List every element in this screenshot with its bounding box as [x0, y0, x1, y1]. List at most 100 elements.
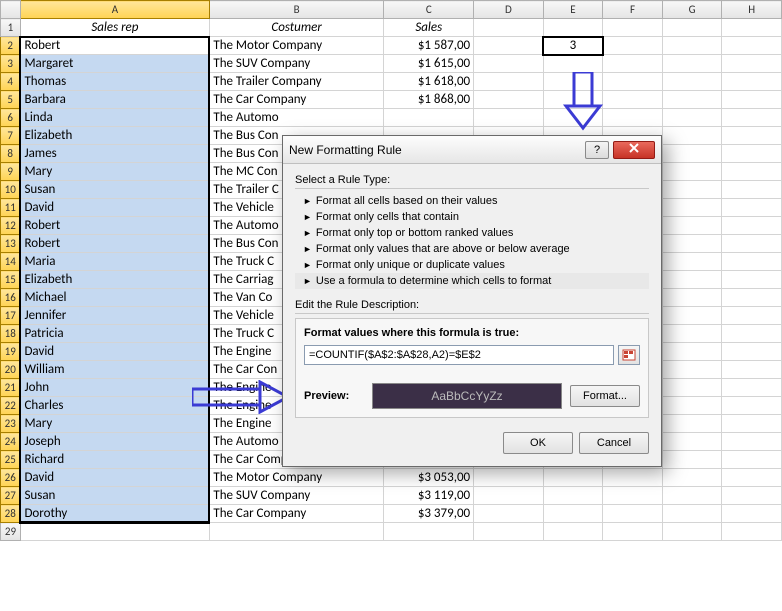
cell-A13[interactable]: Robert — [20, 235, 209, 253]
cell-H20[interactable] — [722, 361, 782, 379]
cell-D5[interactable] — [474, 91, 543, 109]
cell-H29[interactable] — [722, 523, 782, 541]
row-header-8[interactable]: 8 — [1, 145, 21, 163]
cell-A21[interactable]: John — [20, 379, 209, 397]
cell-G7[interactable] — [662, 127, 722, 145]
cell-A10[interactable]: Susan — [20, 181, 209, 199]
rule-type-option[interactable]: ►Format only unique or duplicate values — [295, 257, 649, 273]
row-header-21[interactable]: 21 — [1, 379, 21, 397]
cell-G27[interactable] — [662, 487, 722, 505]
cell-B27[interactable]: The SUV Company — [209, 487, 384, 505]
rule-type-list[interactable]: ►Format all cells based on their values ►… — [295, 193, 649, 289]
cell-A9[interactable]: Mary — [20, 163, 209, 181]
cell-C3[interactable]: $1 615,00 — [384, 55, 474, 73]
cell-A11[interactable]: David — [20, 199, 209, 217]
cell-G2[interactable] — [662, 37, 722, 55]
cell-H6[interactable] — [722, 109, 782, 127]
cell-H1[interactable] — [722, 19, 782, 37]
rule-type-option[interactable]: ►Format only values that are above or be… — [295, 241, 649, 257]
rule-type-option[interactable]: ►Format all cells based on their values — [295, 193, 649, 209]
cell-H18[interactable] — [722, 325, 782, 343]
cell-A23[interactable]: Mary — [20, 415, 209, 433]
cell-E2[interactable]: 3 — [543, 37, 603, 55]
cell-F27[interactable] — [603, 487, 663, 505]
cell-F29[interactable] — [603, 523, 663, 541]
cell-G20[interactable] — [662, 361, 722, 379]
row-header-10[interactable]: 10 — [1, 181, 21, 199]
cell-H14[interactable] — [722, 253, 782, 271]
cell-G21[interactable] — [662, 379, 722, 397]
column-header-B[interactable]: B — [209, 1, 384, 19]
row-header-9[interactable]: 9 — [1, 163, 21, 181]
cell-C28[interactable]: $3 379,00 — [384, 505, 474, 523]
cell-G5[interactable] — [662, 91, 722, 109]
cell-H27[interactable] — [722, 487, 782, 505]
rule-type-option[interactable]: ►Use a formula to determine which cells … — [295, 273, 649, 289]
row-header-29[interactable]: 29 — [1, 523, 21, 541]
cell-G12[interactable] — [662, 217, 722, 235]
cell-D2[interactable] — [474, 37, 543, 55]
cell-H25[interactable] — [722, 451, 782, 469]
cell-E6[interactable] — [543, 109, 603, 127]
cell-B28[interactable]: The Car Company — [209, 505, 384, 523]
row-header-18[interactable]: 18 — [1, 325, 21, 343]
cell-B4[interactable]: The Trailer Company — [209, 73, 384, 91]
cell-G14[interactable] — [662, 253, 722, 271]
row-header-20[interactable]: 20 — [1, 361, 21, 379]
cell-G15[interactable] — [662, 271, 722, 289]
cell-D27[interactable] — [474, 487, 543, 505]
column-header-E[interactable]: E — [543, 1, 603, 19]
cell-C27[interactable]: $3 119,00 — [384, 487, 474, 505]
cell-C1[interactable]: Sales — [384, 19, 474, 37]
cell-G8[interactable] — [662, 145, 722, 163]
cell-G3[interactable] — [662, 55, 722, 73]
cell-H3[interactable] — [722, 55, 782, 73]
row-header-14[interactable]: 14 — [1, 253, 21, 271]
cell-A18[interactable]: Patricia — [20, 325, 209, 343]
cell-A14[interactable]: Maria — [20, 253, 209, 271]
cell-E4[interactable] — [543, 73, 603, 91]
cell-H15[interactable] — [722, 271, 782, 289]
cell-A27[interactable]: Susan — [20, 487, 209, 505]
cell-G26[interactable] — [662, 469, 722, 487]
cell-B29[interactable] — [209, 523, 384, 541]
cell-H16[interactable] — [722, 289, 782, 307]
cell-D1[interactable] — [474, 19, 543, 37]
select-all-corner[interactable] — [1, 1, 21, 19]
cell-H26[interactable] — [722, 469, 782, 487]
cell-G10[interactable] — [662, 181, 722, 199]
row-header-4[interactable]: 4 — [1, 73, 21, 91]
row-header-24[interactable]: 24 — [1, 433, 21, 451]
cell-E26[interactable] — [543, 469, 603, 487]
cell-A3[interactable]: Margaret — [20, 55, 209, 73]
cell-G13[interactable] — [662, 235, 722, 253]
cell-H5[interactable] — [722, 91, 782, 109]
cell-G23[interactable] — [662, 415, 722, 433]
cell-H19[interactable] — [722, 343, 782, 361]
cell-B5[interactable]: The Car Company — [209, 91, 384, 109]
cell-H4[interactable] — [722, 73, 782, 91]
row-header-22[interactable]: 22 — [1, 397, 21, 415]
column-header-F[interactable]: F — [603, 1, 663, 19]
cell-H23[interactable] — [722, 415, 782, 433]
row-header-15[interactable]: 15 — [1, 271, 21, 289]
cell-A5[interactable]: Barbara — [20, 91, 209, 109]
cell-F4[interactable] — [603, 73, 663, 91]
cell-E27[interactable] — [543, 487, 603, 505]
column-header-G[interactable]: G — [662, 1, 722, 19]
cell-F28[interactable] — [603, 505, 663, 523]
cell-A12[interactable]: Robert — [20, 217, 209, 235]
cell-A28[interactable]: Dorothy — [20, 505, 209, 523]
cell-B3[interactable]: The SUV Company — [209, 55, 384, 73]
cell-H24[interactable] — [722, 433, 782, 451]
column-header-D[interactable]: D — [474, 1, 543, 19]
cell-C6[interactable] — [384, 109, 474, 127]
cell-H13[interactable] — [722, 235, 782, 253]
cell-G6[interactable] — [662, 109, 722, 127]
cell-B1[interactable]: Costumer — [209, 19, 384, 37]
cell-G9[interactable] — [662, 163, 722, 181]
cell-A26[interactable]: David — [20, 469, 209, 487]
cell-D29[interactable] — [474, 523, 543, 541]
cell-H28[interactable] — [722, 505, 782, 523]
cell-D26[interactable] — [474, 469, 543, 487]
